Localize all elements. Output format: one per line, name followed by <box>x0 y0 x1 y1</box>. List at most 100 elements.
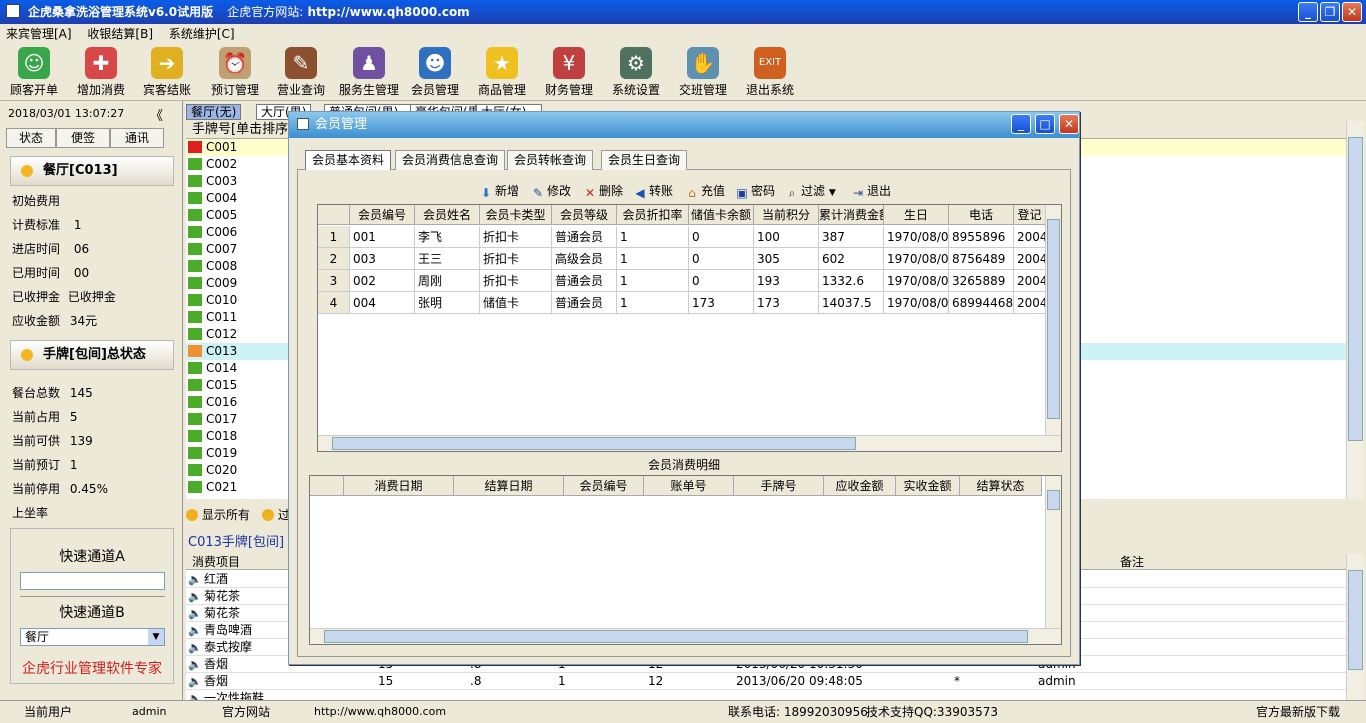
status-site[interactable]: http://www.qh8000.com <box>314 701 446 723</box>
member-table-hscroll[interactable] <box>318 435 1061 451</box>
column-header[interactable]: 手牌号 <box>734 476 824 496</box>
column-header[interactable]: 会员编号 <box>350 205 415 225</box>
transfer-button[interactable]: ◀ 转账 <box>633 182 673 200</box>
table-cell[interactable]: 100 <box>754 226 819 248</box>
toolbar-shift-button[interactable]: ✋ 交班管理 <box>677 47 729 99</box>
detail-table-hscroll[interactable] <box>310 628 1061 644</box>
table-cell[interactable]: 2004/ <box>1014 292 1046 314</box>
table-cell[interactable]: 305 <box>754 248 819 270</box>
column-header[interactable]: 会员姓名 <box>415 205 480 225</box>
column-header[interactable]: 当前积分 <box>754 205 819 225</box>
column-header[interactable]: 储值卡余额 <box>689 205 754 225</box>
table-cell[interactable]: 1 <box>617 270 689 292</box>
table-cell[interactable]: 602 <box>819 248 884 270</box>
column-header[interactable]: 账单号 <box>644 476 734 496</box>
table-cell[interactable]: 折扣卡 <box>480 270 552 292</box>
toolbar-booking-button[interactable]: ⏰ 预订管理 <box>209 47 261 99</box>
table-cell[interactable]: 周刚 <box>415 270 480 292</box>
password-button[interactable]: ▣ 密码 <box>735 182 775 200</box>
table-cell[interactable]: 14037.5 <box>819 292 884 314</box>
toolbar-checkout-button[interactable]: ➔ 宾客结账 <box>141 47 193 99</box>
row-number[interactable]: 2 <box>318 248 350 270</box>
close-button[interactable]: ✕ <box>1342 2 1362 22</box>
tab-status[interactable]: 状态 <box>6 128 56 148</box>
toolbar-settings-button[interactable]: ⚙ 系统设置 <box>610 47 662 99</box>
table-cell[interactable]: 李飞 <box>415 226 480 248</box>
tab-member-basic[interactable]: 会员基本资料 <box>305 150 392 170</box>
dialog-close-button[interactable]: ✕ <box>1059 114 1079 134</box>
column-header[interactable]: 登记 <box>1014 205 1046 225</box>
table-cell[interactable]: 3265889 <box>949 270 1014 292</box>
tab-contact[interactable]: 通讯 <box>110 128 164 148</box>
dialog-maximize-button[interactable]: □ <box>1035 114 1055 134</box>
list-item[interactable]: 🔈 香烟 15.8 1 12 2013/06/20 09:48:05 * admin <box>186 673 1346 690</box>
column-header[interactable]: 会员编号 <box>564 476 644 496</box>
column-header[interactable] <box>318 205 350 225</box>
table-cell[interactable]: 8955896 <box>949 226 1014 248</box>
table-cell[interactable]: 普通会员 <box>552 292 617 314</box>
table-cell[interactable]: 张明 <box>415 292 480 314</box>
table-cell[interactable]: 193 <box>754 270 819 292</box>
column-header[interactable]: 消费日期 <box>344 476 454 496</box>
member-table-vscroll[interactable] <box>1045 205 1061 435</box>
table-cell[interactable]: 0 <box>689 248 754 270</box>
consume-scrollbar[interactable] <box>1346 554 1364 700</box>
column-header[interactable]: 会员卡类型 <box>480 205 552 225</box>
row-number[interactable]: 1 <box>318 226 350 248</box>
table-cell[interactable]: 1970/08/08 <box>884 292 949 314</box>
column-header[interactable]: 结算状态 <box>960 476 1042 496</box>
table-cell[interactable]: 1970/08/08 <box>884 248 949 270</box>
table-cell[interactable]: 折扣卡 <box>480 226 552 248</box>
tab-member-birthday[interactable]: 会员生日查询 <box>601 150 688 170</box>
toolbar-add-consume-button[interactable]: ✚ 增加消费 <box>75 47 127 99</box>
toolbar-staff-button[interactable]: ♟ 服务生管理 <box>338 47 400 99</box>
dialog-exit-button[interactable]: ⇥ 退出 <box>851 182 891 200</box>
show-all-button[interactable]: 显示所有 <box>186 506 250 523</box>
download-link[interactable]: 官方最新版下载 <box>1256 701 1340 723</box>
table-cell[interactable]: 储值卡 <box>480 292 552 314</box>
restore-button[interactable]: ❐ <box>1320 2 1340 22</box>
table-cell[interactable]: 8756489 <box>949 248 1014 270</box>
quick-a-input[interactable] <box>20 572 165 590</box>
chevron-down-icon[interactable]: ▼ <box>148 629 164 645</box>
column-header[interactable]: 电话 <box>949 205 1014 225</box>
table-cell[interactable]: 173 <box>689 292 754 314</box>
table-cell[interactable]: 2004/ <box>1014 226 1046 248</box>
toolbar-member-button[interactable]: ☻ 会员管理 <box>409 47 461 99</box>
table-cell[interactable]: 1 <box>617 248 689 270</box>
column-header[interactable] <box>310 476 344 496</box>
table-cell[interactable]: 2004/ <box>1014 270 1046 292</box>
filter-short-button[interactable]: 过 <box>262 506 290 523</box>
new-button[interactable]: ⬇ 新增 <box>479 182 519 200</box>
tab-notes[interactable]: 便签 <box>56 128 110 148</box>
quick-b-select[interactable]: 餐厅 ▼ <box>20 628 165 646</box>
filter-button[interactable]: ⌕ 过滤 ▼ <box>785 182 836 202</box>
tab-member-consume[interactable]: 会员消费信息查询 <box>395 150 506 170</box>
toolbar-exit-button[interactable]: EXIT 退出系统 <box>744 47 796 99</box>
column-header[interactable]: 应收金额 <box>824 476 896 496</box>
menu-guest[interactable]: 来宾管理[A] <box>6 27 72 41</box>
edit-button[interactable]: ✎ 修改 <box>531 182 571 200</box>
toolbar-customer-button[interactable]: ☺ 顾客开单 <box>8 47 60 99</box>
table-cell[interactable]: 普通会员 <box>552 270 617 292</box>
table-cell[interactable]: 1 <box>617 292 689 314</box>
table-cell[interactable]: 004 <box>350 292 415 314</box>
column-header[interactable]: 结算日期 <box>454 476 564 496</box>
table-cell[interactable]: 0 <box>689 270 754 292</box>
table-cell[interactable]: 173 <box>754 292 819 314</box>
menu-cashier[interactable]: 收银结算[B] <box>87 27 153 41</box>
column-header[interactable]: 累计消费金额 <box>819 205 884 225</box>
table-cell[interactable]: 68994468 <box>949 292 1014 314</box>
column-header[interactable]: 会员折扣率 <box>617 205 689 225</box>
table-cell[interactable]: 普通会员 <box>552 226 617 248</box>
column-header[interactable]: 生日 <box>884 205 949 225</box>
recharge-button[interactable]: ⌂ 充值 <box>685 182 725 200</box>
table-cell[interactable]: 001 <box>350 226 415 248</box>
detail-table-vscroll[interactable] <box>1045 476 1061 628</box>
table-cell[interactable]: 387 <box>819 226 884 248</box>
table-cell[interactable]: 1332.6 <box>819 270 884 292</box>
row-number[interactable]: 3 <box>318 270 350 292</box>
table-cell[interactable]: 2004/ <box>1014 248 1046 270</box>
collapse-icon[interactable]: 《 <box>150 105 163 124</box>
table-cell[interactable]: 高级会员 <box>552 248 617 270</box>
